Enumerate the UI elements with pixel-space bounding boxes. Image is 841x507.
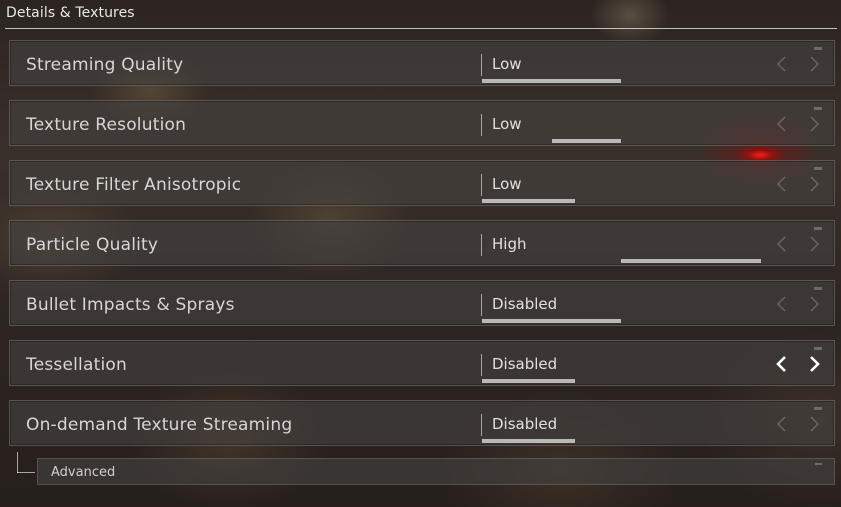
setting-row-streaming-quality[interactable]: Streaming Quality Low	[9, 40, 835, 86]
setting-value: High	[492, 235, 527, 253]
corner-mark	[814, 47, 822, 50]
setting-value: Low	[492, 115, 522, 133]
graphics-settings-panel: Details & Textures Streaming Quality Low…	[0, 0, 841, 507]
chevron-right-icon[interactable]	[807, 115, 821, 133]
advanced-label: Advanced	[51, 465, 116, 480]
tree-connector-vertical	[17, 452, 18, 473]
chevron-left-icon[interactable]	[775, 415, 789, 433]
setting-label: On-demand Texture Streaming	[26, 415, 293, 435]
value-indicator-bar	[482, 199, 575, 203]
value-divider	[481, 234, 482, 256]
section-title: Details & Textures	[6, 5, 135, 21]
corner-mark	[815, 463, 822, 465]
chevron-left-icon[interactable]	[775, 175, 789, 193]
setting-label: Bullet Impacts & Sprays	[26, 295, 235, 315]
value-divider	[481, 414, 482, 436]
setting-row-tessellation[interactable]: Tessellation Disabled	[9, 340, 835, 386]
setting-label: Tessellation	[26, 355, 127, 375]
chevron-right-icon[interactable]	[807, 175, 821, 193]
setting-value: Low	[492, 55, 522, 73]
setting-row-texture-filter-anisotropic[interactable]: Texture Filter Anisotropic Low	[9, 160, 835, 206]
corner-mark	[814, 107, 822, 110]
setting-value: Disabled	[492, 295, 558, 313]
chevron-right-icon[interactable]	[807, 55, 821, 73]
tree-connector-horizontal	[17, 472, 35, 473]
setting-label: Streaming Quality	[26, 55, 184, 75]
setting-value: Disabled	[492, 355, 558, 373]
setting-label: Particle Quality	[26, 235, 159, 255]
chevron-left-icon[interactable]	[775, 115, 789, 133]
advanced-button[interactable]: Advanced	[37, 458, 835, 485]
chevron-left-icon[interactable]	[775, 235, 789, 253]
setting-row-on-demand-texture-streaming[interactable]: On-demand Texture Streaming Disabled	[9, 400, 835, 446]
value-divider	[481, 114, 482, 136]
value-indicator-bar	[482, 439, 575, 443]
value-indicator-bar	[482, 379, 575, 383]
chevron-left-icon[interactable]	[775, 355, 789, 373]
chevron-right-icon[interactable]	[807, 295, 821, 313]
section-divider	[5, 28, 837, 29]
value-indicator-bar	[482, 79, 621, 83]
value-divider	[481, 54, 482, 76]
setting-value: Disabled	[492, 415, 558, 433]
chevron-right-icon[interactable]	[807, 235, 821, 253]
corner-mark	[814, 347, 822, 350]
corner-mark	[814, 227, 822, 230]
chevron-right-icon[interactable]	[807, 415, 821, 433]
setting-row-bullet-impacts-sprays[interactable]: Bullet Impacts & Sprays Disabled	[9, 280, 835, 326]
corner-mark	[814, 167, 822, 170]
setting-label: Texture Resolution	[26, 115, 187, 135]
chevron-left-icon[interactable]	[775, 295, 789, 313]
chevron-left-icon[interactable]	[775, 55, 789, 73]
setting-row-texture-resolution[interactable]: Texture Resolution Low	[9, 100, 835, 146]
setting-value: Low	[492, 175, 522, 193]
chevron-right-icon[interactable]	[807, 355, 821, 373]
setting-row-particle-quality[interactable]: Particle Quality High	[9, 220, 835, 266]
value-indicator-bar	[621, 259, 761, 263]
corner-mark	[814, 407, 822, 410]
setting-label: Texture Filter Anisotropic	[26, 175, 242, 195]
value-indicator-bar	[482, 319, 621, 323]
value-divider	[481, 294, 482, 316]
value-indicator-bar	[552, 139, 621, 143]
corner-mark	[814, 287, 822, 290]
value-divider	[481, 354, 482, 376]
value-divider	[481, 174, 482, 196]
